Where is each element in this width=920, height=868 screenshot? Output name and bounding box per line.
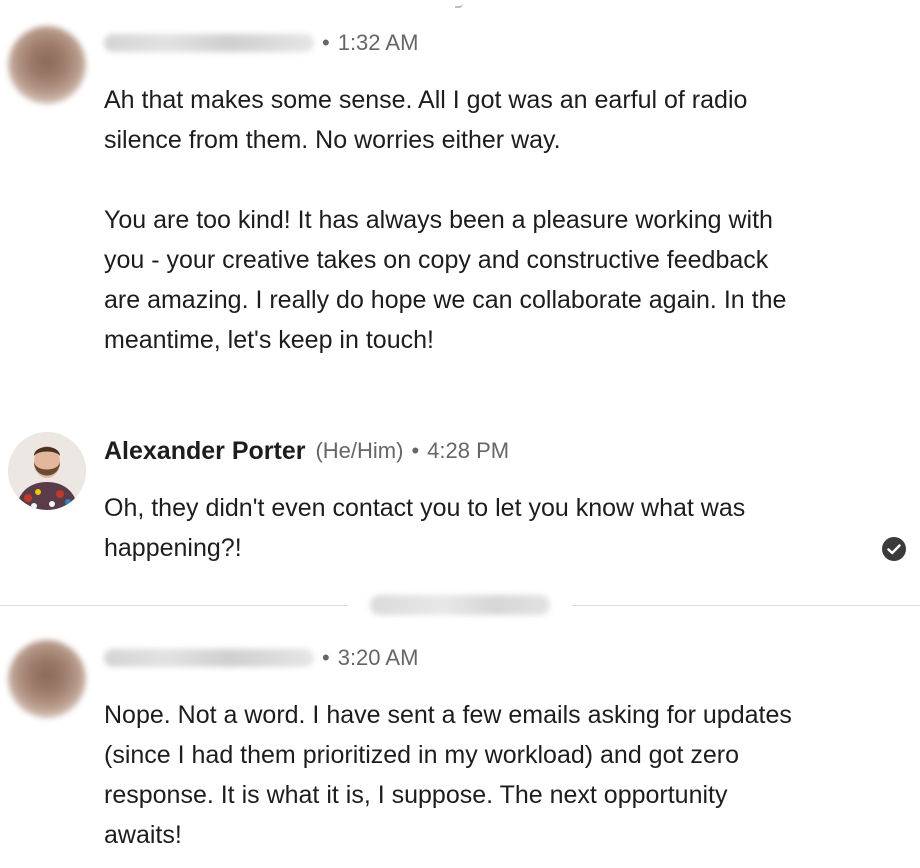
message-paragraph: Ah that makes some sense. All I got was …	[104, 86, 748, 154]
date-divider-line	[572, 605, 920, 606]
message-body: Ah that makes some sense. All I got was …	[104, 80, 804, 360]
avatar[interactable]	[8, 432, 86, 510]
sender-name-redacted[interactable]	[104, 649, 314, 667]
date-divider-label-redacted	[370, 595, 550, 615]
timestamp: 3:20 AM	[337, 645, 419, 670]
sender-name-redacted[interactable]	[104, 34, 314, 52]
date-divider-line	[0, 605, 348, 606]
message-paragraph: Nope. Not a word. I have sent a few emai…	[104, 701, 792, 849]
sender-name[interactable]: Alexander Porter	[104, 437, 305, 466]
check-circle-icon	[882, 537, 906, 561]
scroll-edge-mark	[455, 0, 463, 8]
timestamp: 4:28 PM	[427, 438, 510, 463]
message-paragraph: Oh, they didn't even contact you to let …	[104, 494, 746, 562]
separator-dot: •	[411, 438, 420, 463]
message-paragraph: You are too kind! It has always been a p…	[104, 206, 787, 354]
message-header: • 3:20 AM	[104, 643, 418, 673]
avatar[interactable]	[8, 26, 86, 104]
avatar[interactable]	[8, 640, 86, 718]
avatar-photo-icon	[8, 432, 86, 510]
message-body: Oh, they didn't even contact you to let …	[104, 488, 804, 568]
separator-dot: •	[322, 645, 330, 670]
timestamp: 1:32 AM	[337, 30, 419, 55]
separator-dot: •	[322, 30, 330, 55]
message-header: Alexander Porter (He/Him) • 4:28 PM	[104, 436, 509, 466]
message-header: • 1:32 AM	[104, 28, 418, 58]
pronouns: (He/Him)	[315, 438, 404, 463]
message-thread: • 1:32 AM Ah that makes some sense. All …	[0, 0, 920, 868]
message-body: Nope. Not a word. I have sent a few emai…	[104, 695, 804, 855]
